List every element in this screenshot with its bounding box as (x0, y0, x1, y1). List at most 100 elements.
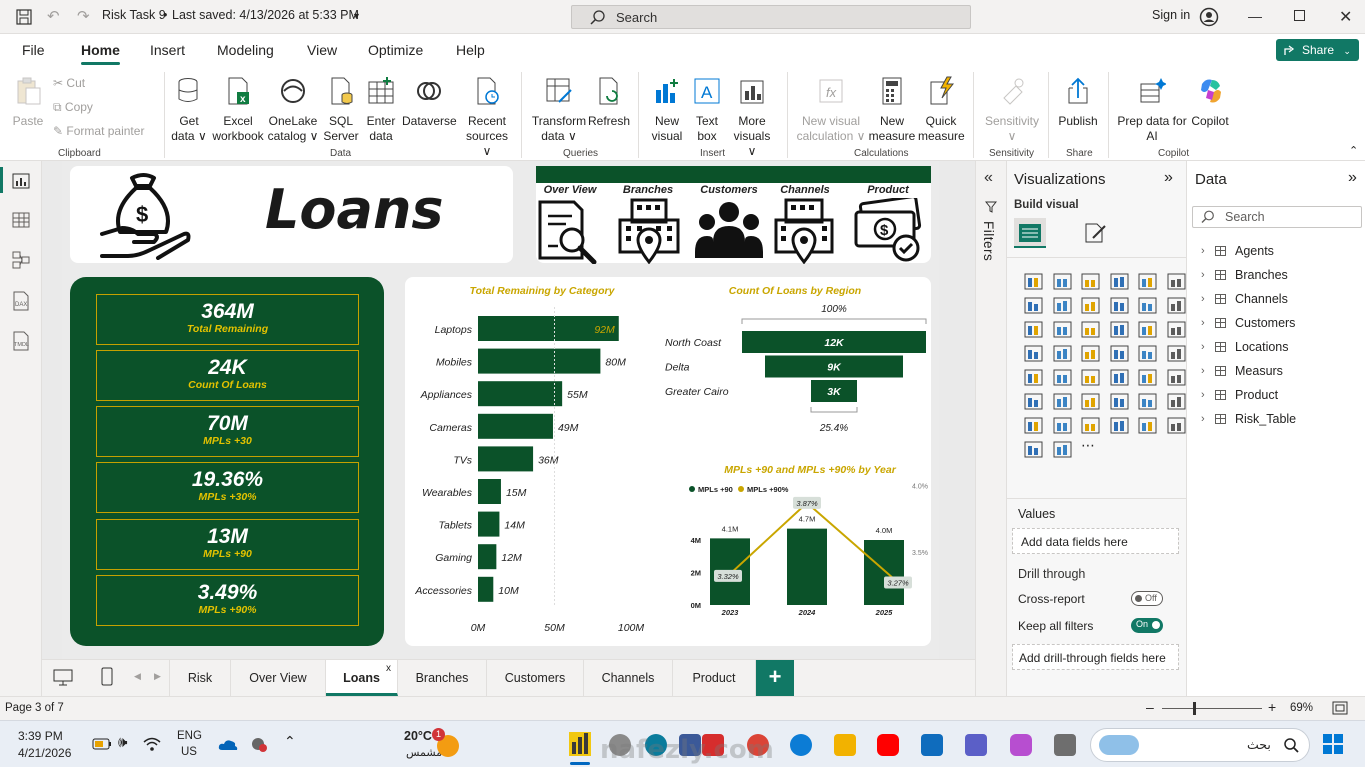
powerbi-taskbar-icon[interactable] (569, 732, 591, 756)
paginated-icon[interactable] (1024, 417, 1043, 434)
kpi-icon[interactable] (1024, 369, 1043, 386)
filters-pane-collapsed[interactable]: « Filters (975, 161, 1006, 696)
multirow-card-icon[interactable] (1167, 345, 1186, 362)
format-visual-icon[interactable] (1083, 221, 1107, 245)
combo-chart-icon[interactable] (1167, 297, 1186, 314)
collapse-viz-icon[interactable]: » (1164, 169, 1173, 187)
decomposition-tree-icon[interactable] (1081, 393, 1100, 410)
expand-chevron-icon[interactable]: › (1201, 413, 1205, 425)
100-bar-icon[interactable] (1138, 273, 1157, 290)
filled-map-icon[interactable] (1081, 345, 1100, 362)
image-icon[interactable] (1110, 417, 1129, 434)
onedrive-icon[interactable] (218, 737, 238, 751)
language-region[interactable]: US (181, 746, 197, 758)
branches-nav-button[interactable] (616, 198, 682, 264)
tmdl-view-icon[interactable]: TMDL (11, 331, 31, 351)
expand-chevron-icon[interactable]: › (1201, 293, 1205, 305)
shape-map-icon[interactable] (1053, 369, 1072, 386)
recent-sources-button[interactable]: Recent sources ∨ (464, 76, 510, 159)
excel-workbook-button[interactable]: x Excel workbook (211, 76, 265, 144)
treemap-icon[interactable] (1024, 345, 1043, 362)
quick-measure-button[interactable]: Quick measure (918, 76, 965, 144)
table-view-icon[interactable] (12, 212, 30, 228)
close-tab-icon[interactable]: x (386, 663, 391, 674)
minimize-icon[interactable]: — (1248, 8, 1262, 24)
maximize-icon[interactable] (1294, 10, 1305, 21)
paste-button[interactable]: Paste (12, 76, 44, 129)
loans-by-region-chart[interactable]: Count Of Loans by Region 100% North Coast 1… (655, 277, 931, 437)
onelake-catalog-button[interactable]: OneLake catalog ∨ (267, 76, 319, 144)
save-icon[interactable] (16, 9, 32, 25)
expand-chevron-icon[interactable]: › (1201, 365, 1205, 377)
filter-icon[interactable] (1081, 321, 1100, 338)
copilot-taskbar-icon[interactable] (1010, 734, 1032, 756)
menu-view[interactable]: View (307, 42, 337, 58)
values-dropzone[interactable]: Add data fields here (1012, 528, 1179, 554)
expand-chevron-icon[interactable]: › (1201, 269, 1205, 281)
undo-icon[interactable]: ↶ (47, 7, 60, 25)
slicer-icon[interactable] (1081, 369, 1100, 386)
expand-chevron-icon[interactable]: › (1201, 317, 1205, 329)
security-icon[interactable] (250, 736, 268, 752)
100-column-icon[interactable] (1167, 273, 1186, 290)
build-visual-tab[interactable] (1014, 218, 1046, 248)
card-icon[interactable] (1138, 345, 1157, 362)
narrative-icon[interactable] (1138, 393, 1157, 410)
app-icon-5[interactable] (1054, 734, 1076, 756)
clustered-bar-icon[interactable] (1081, 273, 1100, 290)
title-dropdown-icon[interactable]: ▼ (352, 11, 361, 21)
refresh-button[interactable]: Refresh (588, 76, 630, 129)
expand-chevron-icon[interactable]: › (1201, 341, 1205, 353)
r-visual-icon[interactable] (1167, 369, 1186, 386)
expand-chevron-icon[interactable]: › (1201, 245, 1205, 257)
taskbar-search[interactable]: بحث (1090, 728, 1310, 762)
account-icon[interactable] (1199, 7, 1219, 27)
transform-data-button[interactable]: Transform data ∨ (530, 76, 588, 144)
power-automate-icon[interactable] (1024, 441, 1043, 458)
outlook-icon[interactable] (921, 734, 943, 756)
overview-nav-button[interactable] (536, 198, 602, 264)
close-icon[interactable]: ✕ (1339, 7, 1352, 27)
key-influencers-icon[interactable] (1053, 393, 1072, 410)
tab-branches[interactable]: Branches (398, 660, 487, 696)
more-visuals-button[interactable]: More visuals ∨ (728, 76, 776, 159)
sign-in-link[interactable]: Sign in (1152, 8, 1190, 22)
product-nav-button[interactable]: $ (854, 198, 922, 264)
edge-icon[interactable] (790, 734, 812, 756)
show-hidden-icons[interactable]: ⌃ (284, 733, 296, 750)
mpls-by-year-chart[interactable]: MPLs +90 and MPLs +90% by Year MPLs +90 MP… (655, 455, 931, 645)
get-data-button[interactable]: Get data ∨ (168, 76, 210, 144)
waterfall-icon[interactable] (1138, 297, 1157, 314)
menu-file[interactable]: File (22, 42, 45, 58)
scatter-icon[interactable] (1110, 321, 1129, 338)
search-box[interactable]: Search (571, 5, 971, 29)
battery-icon[interactable] (92, 738, 112, 750)
teams-icon[interactable] (965, 734, 987, 756)
dataverse-button[interactable]: Dataverse (402, 76, 457, 129)
drill-through-dropzone[interactable]: Add drill-through fields here (1012, 644, 1179, 670)
table-icon[interactable] (1110, 369, 1129, 386)
copilot-button[interactable]: Copilot (1188, 76, 1232, 129)
wifi-icon[interactable] (143, 736, 161, 752)
sql-server-button[interactable]: SQL Server (322, 76, 360, 144)
desktop-layout-icon[interactable] (53, 669, 73, 686)
power-apps-icon[interactable] (1081, 417, 1100, 434)
menu-optimize[interactable]: Optimize (368, 42, 423, 58)
volume-icon[interactable]: 🕪 (118, 734, 127, 751)
qa-icon[interactable] (1110, 393, 1129, 410)
publish-button[interactable]: Publish (1055, 76, 1101, 129)
matrix-icon[interactable] (1138, 369, 1157, 386)
goals-icon[interactable] (1167, 393, 1186, 410)
copilot-icon[interactable] (1138, 417, 1157, 434)
report-view-icon[interactable] (12, 173, 30, 189)
menu-help[interactable]: Help (456, 42, 485, 58)
new-visual-button[interactable]: New visual (648, 76, 686, 144)
mobile-layout-icon[interactable] (101, 667, 113, 686)
doc-title[interactable]: Risk Task 9 (102, 8, 166, 22)
stacked-area-icon[interactable] (1081, 297, 1100, 314)
gauge-icon[interactable] (1110, 345, 1129, 362)
cut-button[interactable]: ✂ Cut (53, 76, 85, 91)
tab-over-view[interactable]: Over View (231, 660, 326, 696)
channels-nav-button[interactable] (772, 198, 838, 264)
stacked-column-icon[interactable] (1053, 273, 1072, 290)
